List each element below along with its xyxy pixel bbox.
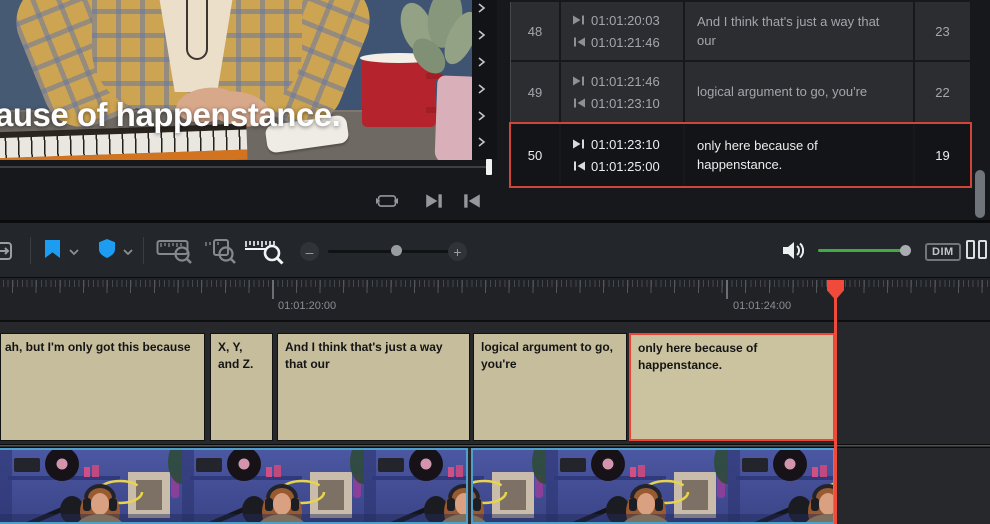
clip-out-icon xyxy=(573,36,585,48)
row-caption-text: logical argument to go, you're xyxy=(685,62,915,122)
volume-slider-thumb[interactable] xyxy=(900,245,911,256)
chevron-right-icon xyxy=(476,3,486,13)
in-timecode: 01:01:21:46 xyxy=(591,74,660,89)
zoom-out-button[interactable]: – xyxy=(300,242,319,261)
row-char-count: 23 xyxy=(915,2,970,60)
row-timecodes: 01:01:23:10 01:01:25:00 xyxy=(561,124,685,186)
row-index: 49 xyxy=(511,62,561,122)
subtitle-clip-selected[interactable]: only here because of happenstance. xyxy=(629,333,835,441)
play-to-next-button[interactable] xyxy=(423,191,445,211)
subtitle-track: ah, but I'm only got this because X, Y, … xyxy=(0,322,990,444)
panel-expander-strip[interactable] xyxy=(472,0,497,160)
subtitle-clip[interactable]: And I think that's just a way that our xyxy=(277,333,470,441)
speaker-icon[interactable] xyxy=(782,241,806,260)
row-timecodes: 01:01:20:03 01:01:21:46 xyxy=(561,2,685,60)
subtitle-row-50-selected[interactable]: 50 01:01:23:10 01:01:25:00 only here bec… xyxy=(511,124,970,186)
row-char-count: 22 xyxy=(915,62,970,122)
video-preview[interactable]: ause of happenstance. xyxy=(0,0,472,160)
toolbar-separator xyxy=(143,237,144,264)
zoom-slider-thumb[interactable] xyxy=(391,245,402,256)
subtitle-list-panel: 48 01:01:20:03 01:01:21:46 And I think t… xyxy=(497,0,990,220)
major-tick xyxy=(272,280,274,299)
video-clip-1[interactable] xyxy=(0,449,467,523)
zoom-in-button[interactable]: + xyxy=(448,242,467,261)
chevron-right-icon xyxy=(476,137,486,147)
out-timecode: 01:01:23:10 xyxy=(591,96,660,111)
play-to-previous-button[interactable] xyxy=(461,191,483,211)
row-char-count: 19 xyxy=(915,124,970,186)
subtitle-row-49[interactable]: 49 01:01:21:46 01:01:23:10 logical argum… xyxy=(511,62,970,122)
marker-dropdown-chevron[interactable] xyxy=(122,248,134,256)
clip-out-icon xyxy=(573,97,585,109)
clip-marker-button[interactable] xyxy=(99,239,115,258)
major-tick xyxy=(726,280,728,299)
subtitle-clip[interactable]: ah, but I'm only got this because xyxy=(0,333,205,441)
chevron-right-icon xyxy=(476,84,486,94)
person-necklace xyxy=(186,0,208,60)
video-clips-graphic[interactable] xyxy=(0,448,990,524)
playhead-line[interactable] xyxy=(834,297,837,524)
chevron-right-icon xyxy=(476,111,486,121)
timeline-toolbar: – + DIM xyxy=(0,223,990,278)
volume-slider-track[interactable] xyxy=(818,249,904,252)
subtitle-clip[interactable]: logical argument to go, you're xyxy=(473,333,627,441)
subtitle-clip[interactable]: X, Y, and Z. xyxy=(210,333,273,441)
app-window: ause of happenstance. xyxy=(0,0,990,524)
list-scrollbar-thumb[interactable] xyxy=(975,170,985,218)
video-clip-2[interactable] xyxy=(472,449,834,523)
full-extent-zoom-button[interactable] xyxy=(156,238,194,265)
flag-dropdown-chevron[interactable] xyxy=(68,248,80,256)
clip-in-icon xyxy=(573,138,585,150)
in-timecode: 01:01:23:10 xyxy=(591,137,660,152)
row-index: 50 xyxy=(511,124,561,186)
burned-in-caption: ause of happenstance. xyxy=(0,96,472,134)
clip-in-icon xyxy=(573,75,585,87)
ruler-timecode-label: 01:01:20:00 xyxy=(278,300,336,312)
top-section: ause of happenstance. xyxy=(0,0,990,220)
dual-pane-toggle[interactable] xyxy=(966,240,987,259)
chevron-right-icon xyxy=(476,57,486,67)
in-timecode: 01:01:20:03 xyxy=(591,13,660,28)
row-index: 48 xyxy=(511,2,561,60)
clip-out-icon xyxy=(573,160,585,172)
row-timecodes: 01:01:21:46 01:01:23:10 xyxy=(561,62,685,122)
loop-playback-button[interactable] xyxy=(376,191,398,211)
chevron-right-icon xyxy=(476,30,486,40)
toolbar-separator xyxy=(30,237,31,264)
out-timecode: 01:01:21:46 xyxy=(591,35,660,50)
subtitle-row-48[interactable]: 48 01:01:20:03 01:01:21:46 And I think t… xyxy=(511,2,970,60)
dim-button[interactable]: DIM xyxy=(925,243,961,261)
viewer-scrub-handle[interactable] xyxy=(486,159,492,175)
ruler-timecode-label: 01:01:24:00 xyxy=(733,300,791,312)
viewer-scrub-bar[interactable] xyxy=(0,166,492,168)
flag-marker-button[interactable] xyxy=(45,240,60,258)
custom-zoom-button-active[interactable] xyxy=(244,238,284,265)
clip-in-icon xyxy=(573,14,585,26)
video-track xyxy=(0,448,990,524)
link-lock-icon[interactable] xyxy=(0,240,15,262)
viewer-panel: ause of happenstance. xyxy=(0,0,497,220)
row-caption-text: And I think that's just a way that our xyxy=(685,2,915,60)
detail-zoom-button[interactable] xyxy=(204,238,238,265)
row-caption-text: only here because of happenstance. xyxy=(685,124,915,186)
out-timecode: 01:01:25:00 xyxy=(591,159,660,174)
